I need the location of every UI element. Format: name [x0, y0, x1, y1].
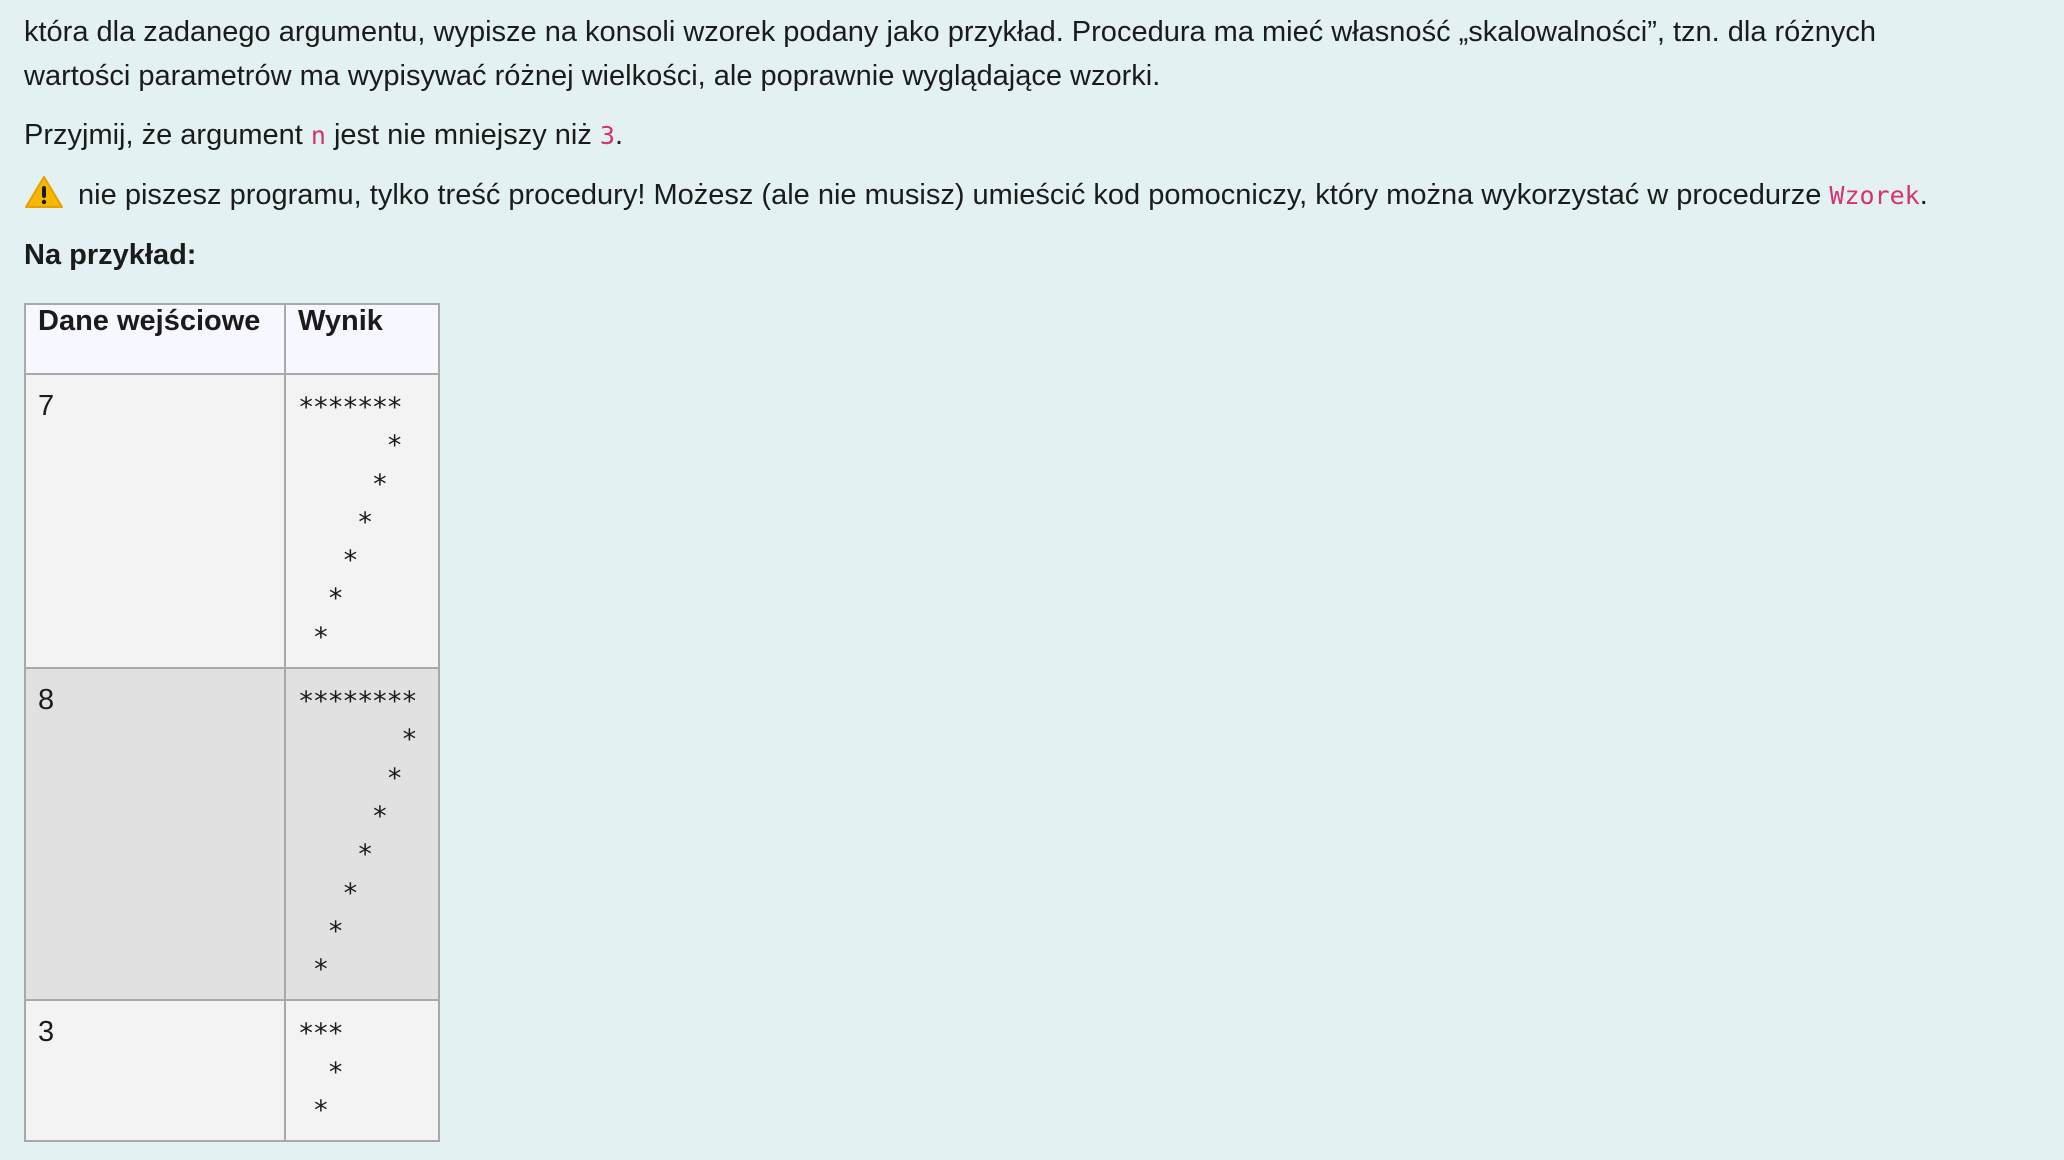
argument-code: n	[310, 121, 326, 150]
input-value: 3	[38, 1016, 55, 1049]
output-pattern: ******* * * * * * *	[298, 392, 403, 653]
warning-icon	[25, 176, 63, 208]
intro-paragraph: która dla zadanego argumentu, wypisze na…	[24, 10, 2054, 98]
warning-text: nie piszesz programu, tylko treść proced…	[70, 179, 1830, 211]
table-row: 8 ******** * * * * * * *	[24, 667, 440, 1002]
output-pattern: ******** * * * * * * *	[298, 686, 418, 986]
column-header-input: Dane wejściowe	[24, 303, 286, 375]
examples-table: Dane wejściowe Wynik 7 ******* * * * * *…	[24, 303, 440, 1143]
example-heading: Na przykład:	[24, 239, 197, 271]
assumption-text-after: .	[614, 119, 624, 151]
intro-line-2: wartości parametrów ma wypisywać różnej …	[24, 60, 1161, 92]
output-cell: ******** * * * * * * *	[284, 667, 440, 1002]
task-content: która dla zadanego argumentu, wypisze na…	[24, 10, 2054, 1143]
assumption-text-middle: jest nie mniejszy niż	[325, 119, 600, 151]
output-cell: *** * *	[284, 999, 440, 1143]
table-header-row: Dane wejściowe Wynik	[24, 303, 440, 375]
warning-text-after: .	[1919, 179, 1928, 211]
input-cell: 8	[24, 667, 286, 1002]
table-row: 3 *** * *	[24, 999, 440, 1143]
output-pattern: *** * *	[298, 1018, 344, 1127]
intro-line-1: która dla zadanego argumentu, wypisze na…	[24, 16, 1877, 48]
assumption-paragraph: Przyjmij, że argument n jest nie mniejsz…	[24, 113, 2054, 158]
input-cell: 7	[24, 372, 286, 670]
procedure-name-code: Wzorek	[1829, 181, 1920, 210]
minimum-value-code: 3	[599, 121, 615, 150]
input-cell: 3	[24, 999, 286, 1143]
warning-paragraph: nie piszesz programu, tylko treść proced…	[24, 173, 2054, 218]
input-value: 8	[38, 684, 55, 717]
output-cell: ******* * * * * * *	[284, 372, 440, 670]
column-header-output: Wynik	[284, 303, 440, 375]
input-value: 7	[38, 390, 55, 422]
assumption-text-before: Przyjmij, że argument	[24, 119, 311, 151]
table-row: 7 ******* * * * * * *	[24, 372, 440, 670]
